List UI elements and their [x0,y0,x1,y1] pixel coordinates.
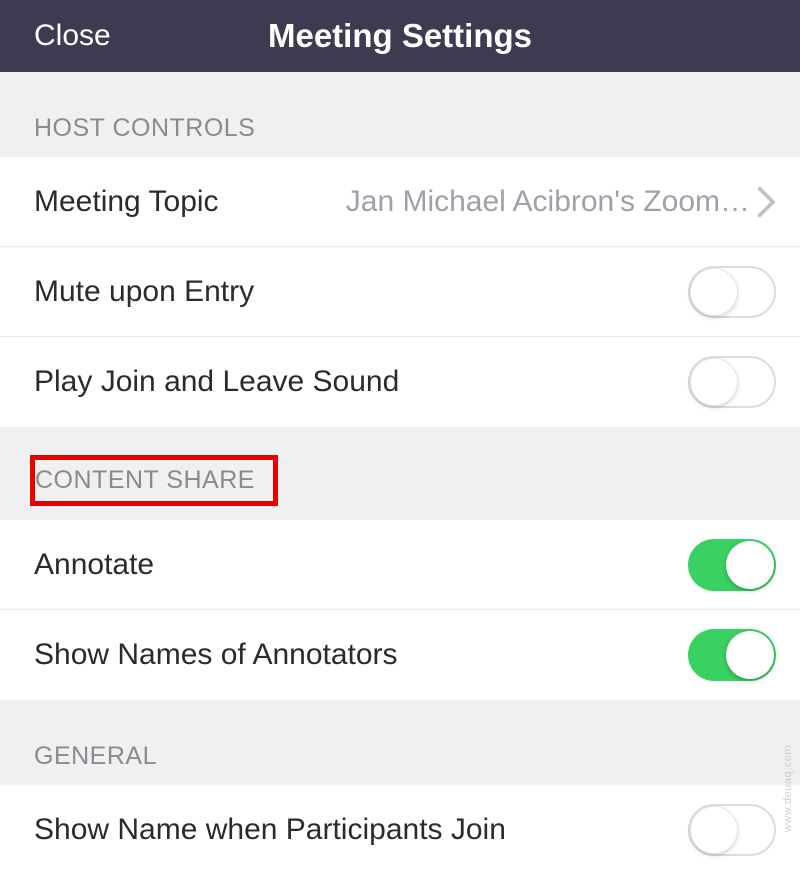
host-controls-group: Meeting Topic Jan Michael Acibron's Zoom… [0,157,800,427]
mute-upon-entry-label: Mute upon Entry [34,275,254,309]
play-join-leave-sound-label: Play Join and Leave Sound [34,365,399,399]
chevron-right-icon [758,187,776,217]
content-share-highlight: CONTENT SHARE [30,455,278,506]
watermark-text: www.deuaq.com [782,745,794,832]
play-join-leave-sound-row: Play Join and Leave Sound [0,337,800,427]
meeting-topic-value: Jan Michael Acibron's Zoom… [239,185,750,219]
show-names-annotators-row: Show Names of Annotators [0,610,800,700]
toggle-knob [690,806,738,854]
mute-upon-entry-toggle[interactable] [688,266,776,318]
toggle-knob [726,631,774,679]
general-group: Show Name when Participants Join [0,785,800,875]
show-name-participants-join-row: Show Name when Participants Join [0,785,800,875]
show-name-participants-join-label: Show Name when Participants Join [34,813,506,847]
content-share-group: Annotate Show Names of Annotators [0,520,800,700]
section-header-general: GENERAL [0,700,800,785]
toggle-knob [690,268,738,316]
content-share-header-text: CONTENT SHARE [35,466,255,494]
section-header-host-controls: HOST CONTROLS [0,72,800,157]
annotate-toggle[interactable] [688,539,776,591]
annotate-row: Annotate [0,520,800,610]
close-button[interactable]: Close [34,19,111,53]
show-names-annotators-toggle[interactable] [688,629,776,681]
meeting-topic-row[interactable]: Meeting Topic Jan Michael Acibron's Zoom… [0,157,800,247]
mute-upon-entry-row: Mute upon Entry [0,247,800,337]
show-names-annotators-label: Show Names of Annotators [34,638,398,672]
header-bar: Close Meeting Settings [0,0,800,72]
meeting-topic-label: Meeting Topic [34,185,219,219]
section-header-content-share: CONTENT SHARE [0,427,800,520]
play-join-leave-sound-toggle[interactable] [688,356,776,408]
annotate-label: Annotate [34,548,154,582]
toggle-knob [690,358,738,406]
show-name-participants-join-toggle[interactable] [688,804,776,856]
page-title: Meeting Settings [268,17,532,55]
toggle-knob [726,541,774,589]
